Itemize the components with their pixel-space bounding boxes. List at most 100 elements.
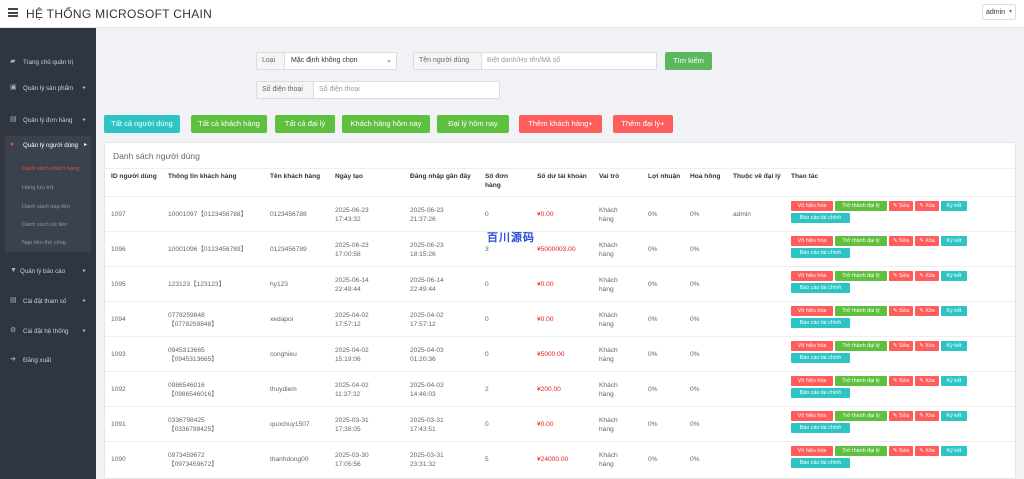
today-agents-button[interactable]: Đại lý hôm nay — [437, 115, 509, 133]
cell-customer-name: 0123456789 — [270, 245, 307, 254]
financial-report-button[interactable]: Báo cáo tài chính — [791, 318, 850, 328]
sign-button[interactable]: Ký kết — [941, 341, 967, 351]
financial-report-button[interactable]: Báo cáo tài chính — [791, 248, 850, 258]
all-users-button[interactable]: Tất cả người dùng — [104, 115, 180, 133]
sidebar-item-parameters[interactable]: ▤ Cài đặt tham số ▸ — [0, 292, 96, 312]
cell-orders: 0 — [485, 350, 489, 359]
disable-button[interactable]: Vô hiệu hóa — [791, 271, 833, 281]
today-customers-button[interactable]: Khách hàng hôm nay — [342, 115, 430, 133]
user-dropdown[interactable]: admin ▾ — [982, 4, 1016, 20]
cell-customer-info-line: 【0986546016】 — [168, 391, 218, 398]
cell-orders: 2 — [485, 385, 489, 394]
edit-button[interactable]: ✎ Sửa — [889, 376, 913, 386]
cell-profit: 0% — [648, 455, 658, 464]
sidebar-item-dashboard[interactable]: ▰ Trang chủ quản trị — [0, 53, 96, 73]
sidebar-item-orders[interactable]: ▤ Quản lý đơn hàng ▸ — [0, 111, 96, 131]
cell-customer-name: thanhdong00 — [270, 455, 309, 464]
cell-customer-name: quochuy1507 — [270, 420, 310, 429]
edit-button[interactable]: ✎ Sửa — [889, 411, 913, 421]
sidebar-item-users[interactable]: ● Quản lý người dùng ▸ — [5, 136, 91, 156]
disable-button[interactable]: Vô hiệu hóa — [791, 446, 833, 456]
make-agent-button[interactable]: Trở thành đại lý — [835, 411, 887, 421]
delete-button[interactable]: ✎ Xóa — [915, 201, 939, 211]
column-header: Thuộc về đại lý — [733, 173, 781, 180]
all-customers-button[interactable]: Tất cả khách hàng — [191, 115, 267, 133]
cell-created: 2025-04-02 17:57:12 — [335, 311, 369, 329]
hamburger-menu-icon[interactable] — [8, 8, 18, 17]
sidebar-subitem-archive[interactable]: Hàng lưu trữ — [22, 185, 54, 191]
sign-button[interactable]: Ký kết — [941, 271, 967, 281]
disable-button[interactable]: Vô hiệu hóa — [791, 236, 833, 246]
cell-id: 1091 — [111, 420, 126, 429]
sidebar-subitem-manual-deposit[interactable]: Nạp tiền thủ công — [22, 240, 66, 246]
cell-profit-line: 0% — [648, 456, 658, 463]
cell-role-line: hàng — [599, 426, 614, 433]
disable-button[interactable]: Vô hiệu hóa — [791, 376, 833, 386]
cell-last-login-line: 17:43:51 — [410, 426, 436, 433]
delete-button[interactable]: ✎ Xóa — [915, 376, 939, 386]
username-field[interactable]: Tên người dùng Biệt danh/Họ tên/Mã số — [413, 52, 657, 70]
delete-button[interactable]: ✎ Xóa — [915, 341, 939, 351]
cell-profit-line: 0% — [648, 211, 658, 218]
sidebar-subitem-deposits[interactable]: Danh sách nạp tiền — [22, 204, 70, 210]
delete-button[interactable]: ✎ Xóa — [915, 411, 939, 421]
cell-balance: ¥0.00 — [537, 315, 554, 324]
make-agent-button[interactable]: Trở thành đại lý — [835, 271, 887, 281]
disable-button[interactable]: Vô hiệu hóa — [791, 306, 833, 316]
sidebar-item-logout[interactable]: ➜ Đăng xuất — [0, 351, 96, 371]
financial-report-button[interactable]: Báo cáo tài chính — [791, 283, 850, 293]
make-agent-button[interactable]: Trở thành đại lý — [835, 306, 887, 316]
cell-orders: 0 — [485, 315, 489, 324]
make-agent-button[interactable]: Trở thành đại lý — [835, 341, 887, 351]
delete-button[interactable]: ✎ Xóa — [915, 306, 939, 316]
disable-button[interactable]: Vô hiệu hóa — [791, 201, 833, 211]
type-select[interactable]: Loại Mặc định không chọn ⌄ — [256, 52, 397, 70]
cell-balance-line: ¥0.00 — [537, 211, 554, 218]
edit-button[interactable]: ✎ Sửa — [889, 341, 913, 351]
sign-button[interactable]: Ký kết — [941, 446, 967, 456]
sidebar-item-reports[interactable]: ▼ Quản lý báo cáo ▸ — [0, 262, 96, 282]
edit-button[interactable]: ✎ Sửa — [889, 236, 913, 246]
edit-button[interactable]: ✎ Sửa — [889, 306, 913, 316]
username-input[interactable]: Biệt danh/Họ tên/Mã số — [482, 53, 565, 69]
sidebar-subitem-customer-list[interactable]: Danh sách khách hàng — [22, 166, 79, 172]
cell-balance-line: ¥5000003.00 — [537, 246, 576, 253]
financial-report-button[interactable]: Báo cáo tài chính — [791, 388, 850, 398]
make-agent-button[interactable]: Trở thành đại lý — [835, 446, 887, 456]
phone-field[interactable]: Số điện thoại Số điện thoại — [256, 81, 500, 99]
cell-customer-name: hy123 — [270, 280, 288, 289]
financial-report-button[interactable]: Báo cáo tài chính — [791, 423, 850, 433]
disable-button[interactable]: Vô hiệu hóa — [791, 341, 833, 351]
delete-button[interactable]: ✎ Xóa — [915, 236, 939, 246]
sign-button[interactable]: Ký kết — [941, 306, 967, 316]
disable-button[interactable]: Vô hiệu hóa — [791, 411, 833, 421]
delete-button[interactable]: ✎ Xóa — [915, 271, 939, 281]
make-agent-button[interactable]: Trở thành đại lý — [835, 236, 887, 246]
edit-button[interactable]: ✎ Sửa — [889, 446, 913, 456]
sign-button[interactable]: Ký kết — [941, 201, 967, 211]
table-row: 1092 0986546016 【0986546016】 thuydiem 2025-0… — [105, 371, 1015, 406]
cell-id: 1097 — [111, 210, 126, 219]
table-row: 1095 123123【123123】 hy123 2025-06-14 22:49:4… — [105, 266, 1015, 301]
cell-role-line: Khách — [599, 312, 618, 319]
financial-report-button[interactable]: Báo cáo tài chính — [791, 213, 850, 223]
search-button[interactable]: Tìm kiếm — [665, 52, 712, 70]
edit-button[interactable]: ✎ Sửa — [889, 271, 913, 281]
make-agent-button[interactable]: Trở thành đại lý — [835, 201, 887, 211]
delete-button[interactable]: ✎ Xóa — [915, 446, 939, 456]
sidebar-item-system[interactable]: ⚙ Cài đặt hệ thống ▸ — [0, 322, 96, 342]
sidebar-subitem-withdrawals[interactable]: Danh sách rút tiền — [22, 222, 67, 228]
sign-button[interactable]: Ký kết — [941, 411, 967, 421]
add-agent-button[interactable]: Thêm đại lý+ — [613, 115, 673, 133]
edit-button[interactable]: ✎ Sửa — [889, 201, 913, 211]
make-agent-button[interactable]: Trở thành đại lý — [835, 376, 887, 386]
all-agents-button[interactable]: Tất cả đại lý — [275, 115, 335, 133]
sign-button[interactable]: Ký kết — [941, 236, 967, 246]
financial-report-button[interactable]: Báo cáo tài chính — [791, 353, 850, 363]
cell-id-line: 1093 — [111, 351, 126, 358]
sign-button[interactable]: Ký kết — [941, 376, 967, 386]
add-customer-button[interactable]: Thêm khách hàng+ — [519, 115, 602, 133]
sidebar-item-products[interactable]: ▣ Quản lý sản phẩm ▸ — [0, 79, 96, 99]
financial-report-button[interactable]: Báo cáo tài chính — [791, 458, 850, 468]
phone-input[interactable]: Số điện thoại — [314, 82, 365, 98]
